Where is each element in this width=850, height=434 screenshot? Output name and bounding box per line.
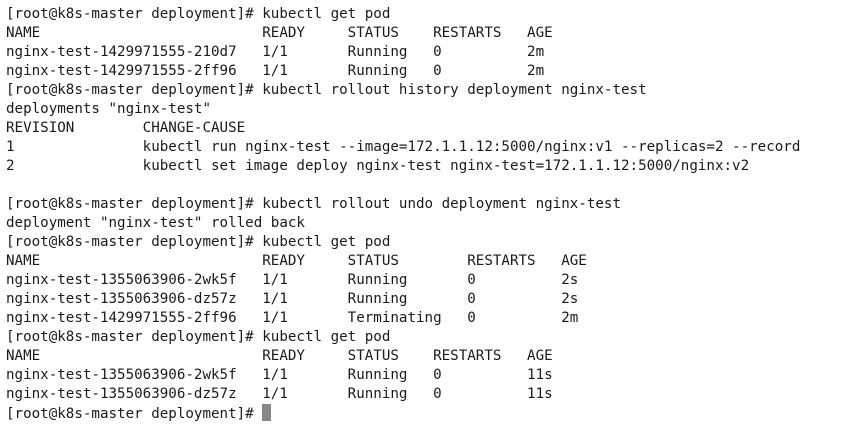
terminal-line: 1 kubectl run nginx-test --image=172.1.1… xyxy=(6,139,801,155)
terminal-line: nginx-test-1355063906-2wk5f 1/1 Running … xyxy=(6,272,579,288)
terminal-line: [root@k8s-master deployment]# kubectl ro… xyxy=(6,82,647,98)
terminal-line: deployments "nginx-test" xyxy=(6,101,211,117)
prompt-line[interactable]: [root@k8s-master deployment]# xyxy=(6,404,850,423)
terminal-line: NAME READY STATUS RESTARTS AGE xyxy=(6,25,553,41)
terminal-line: [root@k8s-master deployment]# kubectl ro… xyxy=(6,196,621,212)
terminal-line: nginx-test-1429971555-2ff96 1/1 Terminat… xyxy=(6,310,579,326)
terminal-line: NAME READY STATUS RESTARTS AGE xyxy=(6,348,553,364)
terminal-line: nginx-test-1429971555-2ff96 1/1 Running … xyxy=(6,63,545,79)
text-cursor xyxy=(261,404,271,421)
prompt-text: [root@k8s-master deployment]# xyxy=(6,406,254,422)
terminal-line: deployment "nginx-test" rolled back xyxy=(6,215,305,231)
terminal-line: nginx-test-1429971555-210d7 1/1 Running … xyxy=(6,44,545,60)
terminal-line: NAME READY STATUS RESTARTS AGE xyxy=(6,253,587,269)
terminal-window[interactable]: [root@k8s-master deployment]# kubectl ge… xyxy=(0,0,850,434)
terminal-line: nginx-test-1355063906-dz57z 1/1 Running … xyxy=(6,291,579,307)
terminal-line: [root@k8s-master deployment]# kubectl ge… xyxy=(6,234,391,250)
terminal-line: nginx-test-1355063906-2wk5f 1/1 Running … xyxy=(6,367,553,383)
terminal-line: REVISION CHANGE-CAUSE xyxy=(6,120,246,136)
terminal-line: nginx-test-1355063906-dz57z 1/1 Running … xyxy=(6,386,553,402)
terminal-line: 2 kubectl set image deploy nginx-test ng… xyxy=(6,158,750,174)
terminal-line: [root@k8s-master deployment]# kubectl ge… xyxy=(6,6,391,22)
terminal-line: [root@k8s-master deployment]# kubectl ge… xyxy=(6,329,391,345)
